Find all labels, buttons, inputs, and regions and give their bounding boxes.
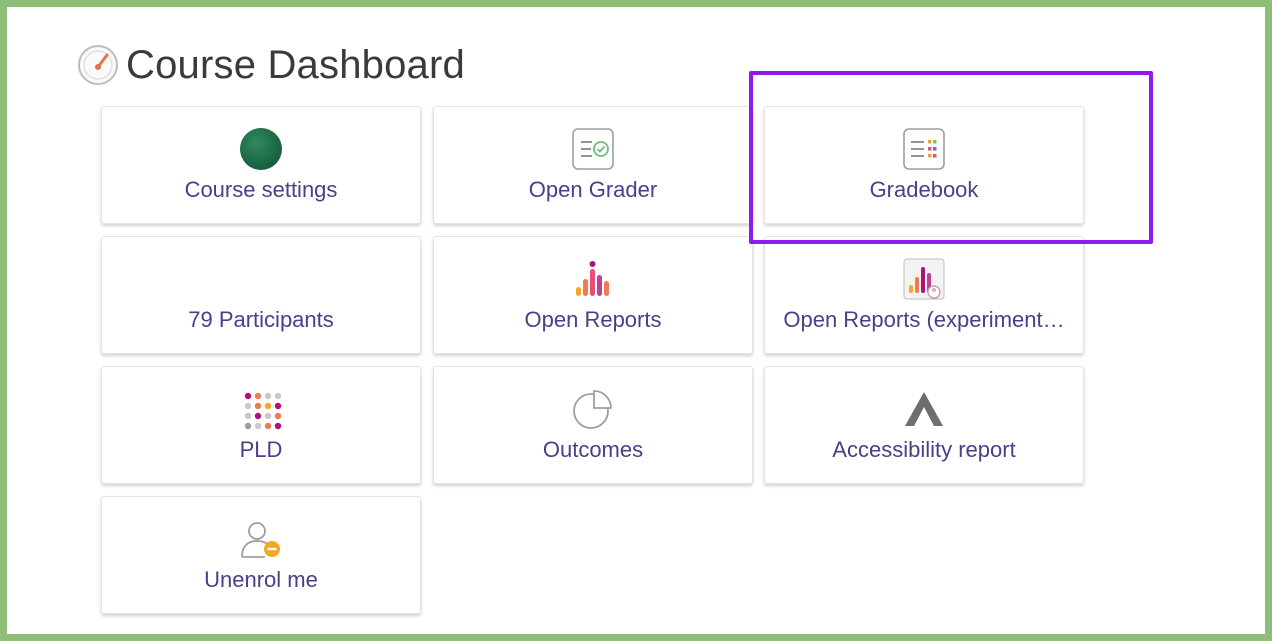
tile-label: Outcomes — [542, 437, 644, 462]
tile-gradebook[interactable]: Gradebook — [764, 106, 1084, 224]
gradebook-icon — [902, 127, 946, 171]
dashboard-icon — [76, 43, 120, 87]
tile-pld[interactable]: PLD — [101, 366, 421, 484]
tile-open-reports-experimental[interactable]: Open Reports (experiment… — [764, 236, 1084, 354]
tile-accessibility-report[interactable]: Accessibility report — [764, 366, 1084, 484]
tile-open-grader[interactable]: Open Grader — [433, 106, 753, 224]
page-header: Course Dashboard — [76, 40, 465, 90]
tile-label: 79 Participants — [188, 307, 334, 332]
page-title: Course Dashboard — [126, 42, 465, 87]
outcomes-icon — [571, 387, 615, 431]
accessibility-icon — [902, 387, 946, 431]
course-settings-icon — [239, 127, 283, 171]
tile-outcomes[interactable]: Outcomes — [433, 366, 753, 484]
tile-label: Unenrol me — [204, 567, 318, 592]
pld-icon — [239, 387, 283, 431]
tile-label: Course settings — [184, 177, 338, 202]
unenrol-icon — [239, 517, 283, 561]
tile-open-reports[interactable]: Open Reports — [433, 236, 753, 354]
tile-unenrol-me[interactable]: Unenrol me — [101, 496, 421, 614]
reports-experimental-icon — [902, 257, 946, 301]
tile-label: PLD — [239, 437, 283, 462]
tile-label: Open Reports (experiment… — [783, 307, 1065, 332]
tile-course-settings[interactable]: Course settings — [101, 106, 421, 224]
tile-participants[interactable]: 79 Participants — [101, 236, 421, 354]
tile-label: Accessibility report — [832, 437, 1016, 462]
tile-label: Open Reports — [524, 307, 662, 332]
tile-label: Open Grader — [528, 177, 658, 202]
open-grader-icon — [571, 127, 615, 171]
reports-icon — [571, 257, 615, 301]
tile-label: Gradebook — [869, 177, 979, 202]
